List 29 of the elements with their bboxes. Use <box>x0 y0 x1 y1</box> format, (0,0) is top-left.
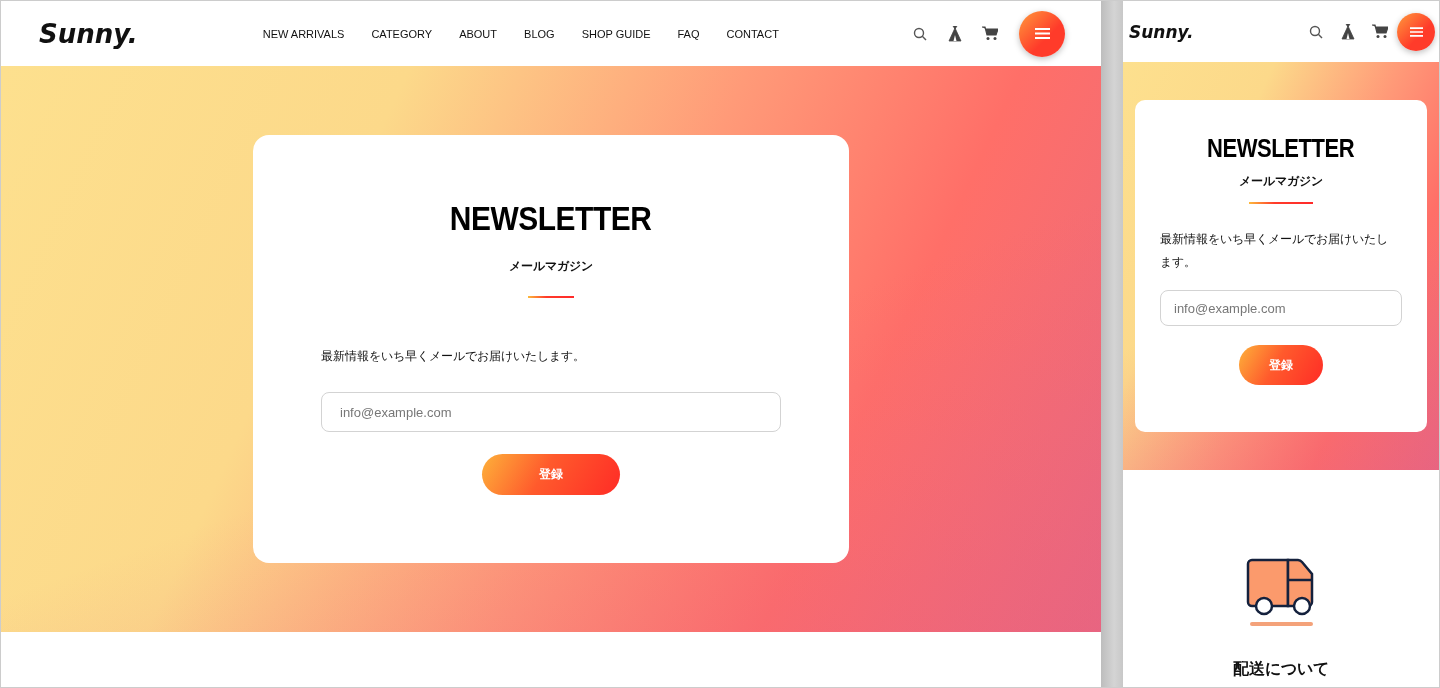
search-icon <box>913 26 927 41</box>
newsletter-subtitle: メールマガジン <box>509 258 593 275</box>
nav-link[interactable]: CATEGORY <box>371 27 433 40</box>
nav-link[interactable]: FAQ <box>677 27 700 40</box>
nav-link[interactable]: BLOG <box>524 27 555 40</box>
newsletter-title: NEWSLETTER <box>450 199 652 238</box>
shipping-title: 配送について <box>1233 660 1329 678</box>
newsletter-description: 最新情報をいち早くメールでお届けいたします。 <box>1160 231 1389 271</box>
nav-link[interactable]: CONTACT <box>726 27 779 40</box>
cart-icon <box>982 26 998 41</box>
newsletter-subtitle: メールマガジン <box>1239 173 1323 190</box>
email-field[interactable]: info@example.com <box>1160 290 1402 326</box>
newsletter-description: 最新情報をいち早くメールでお届けいたします。 <box>321 348 586 365</box>
menu-icon <box>1034 28 1050 39</box>
email-field[interactable]: info@example.com <box>321 392 781 432</box>
nav-link[interactable]: ABOUT <box>459 27 498 40</box>
tent-icon <box>1340 23 1356 40</box>
cart-icon <box>1372 24 1388 39</box>
logo[interactable]: Sunny. <box>39 18 138 49</box>
tent-icon <box>947 25 963 42</box>
newsletter-title: NEWSLETTER <box>1207 134 1355 163</box>
truck-icon <box>1246 558 1316 618</box>
menu-button[interactable] <box>1397 12 1435 51</box>
nav-link[interactable]: NEW ARRIVALS <box>262 27 345 40</box>
search-icon <box>1309 24 1323 39</box>
nav-link[interactable]: SHOP GUIDE <box>581 27 651 40</box>
logo[interactable]: Sunny. <box>1129 21 1194 42</box>
menu-icon <box>1409 26 1423 37</box>
menu-button[interactable] <box>1019 10 1065 57</box>
